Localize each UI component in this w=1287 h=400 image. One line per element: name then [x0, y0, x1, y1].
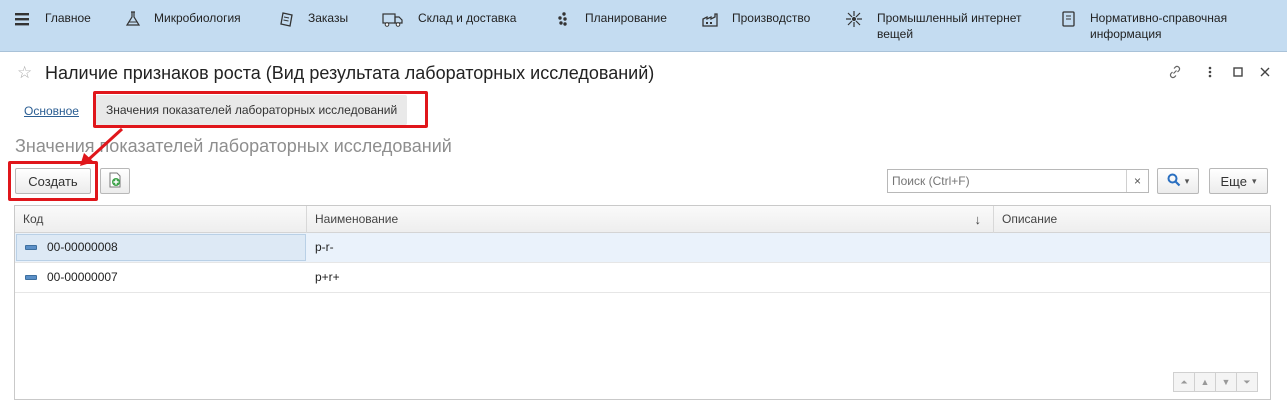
annotation-arrow [80, 127, 124, 166]
